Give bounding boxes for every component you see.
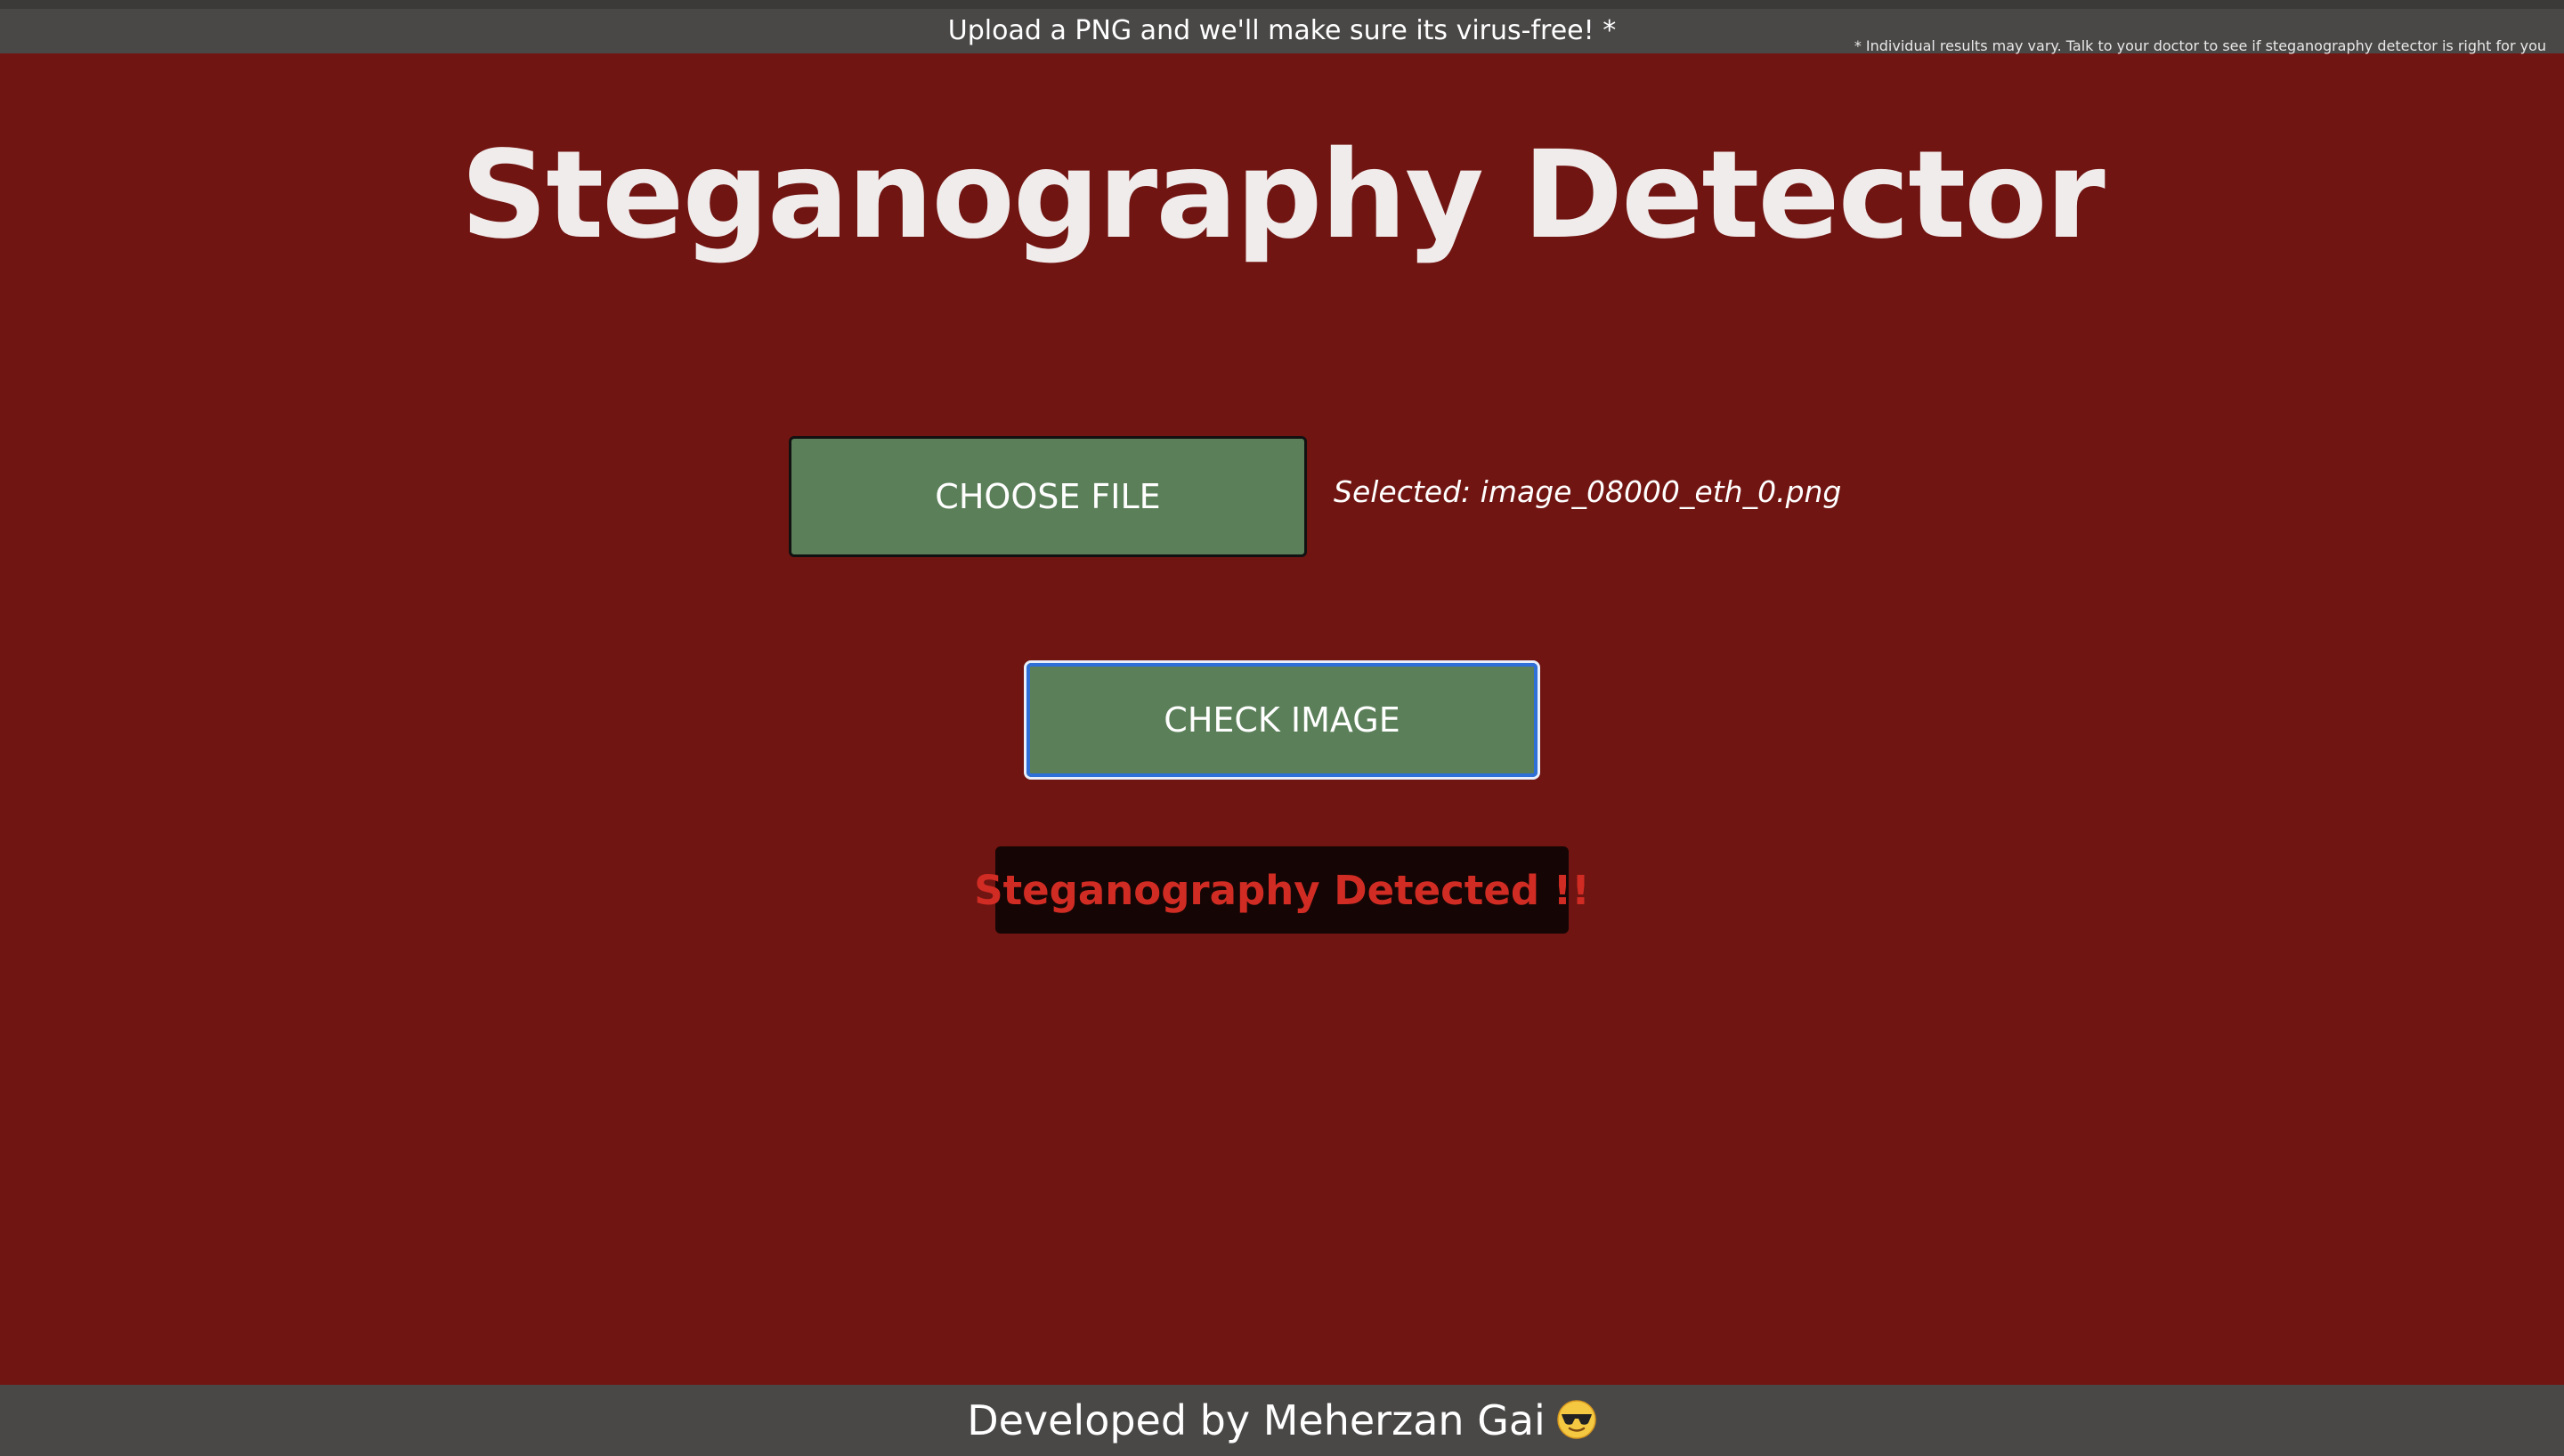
sunglasses-emoji-icon [1556,1390,1597,1439]
result-badge: Steganography Detected !! [974,846,1590,934]
footer-credit: Developed by Meherzan Gai [0,1385,2564,1456]
footer: Developed by Meherzan Gai [0,1385,2564,1456]
page: Upload a PNG and we'll make sure its vir… [0,0,2564,1456]
selected-file-label: Selected: image_08000_eth_0.png [1334,474,1842,509]
choose-file-button[interactable]: CHOOSE FILE [789,436,1307,557]
check-image-button[interactable]: CHECK IMAGE [1024,660,1540,780]
disclaimer: * Individual results may vary. Talk to y… [1854,37,2546,54]
page-title: Steganography Detector [460,125,2105,266]
footer-text: Developed by Meherzan Gai [967,1396,1546,1444]
